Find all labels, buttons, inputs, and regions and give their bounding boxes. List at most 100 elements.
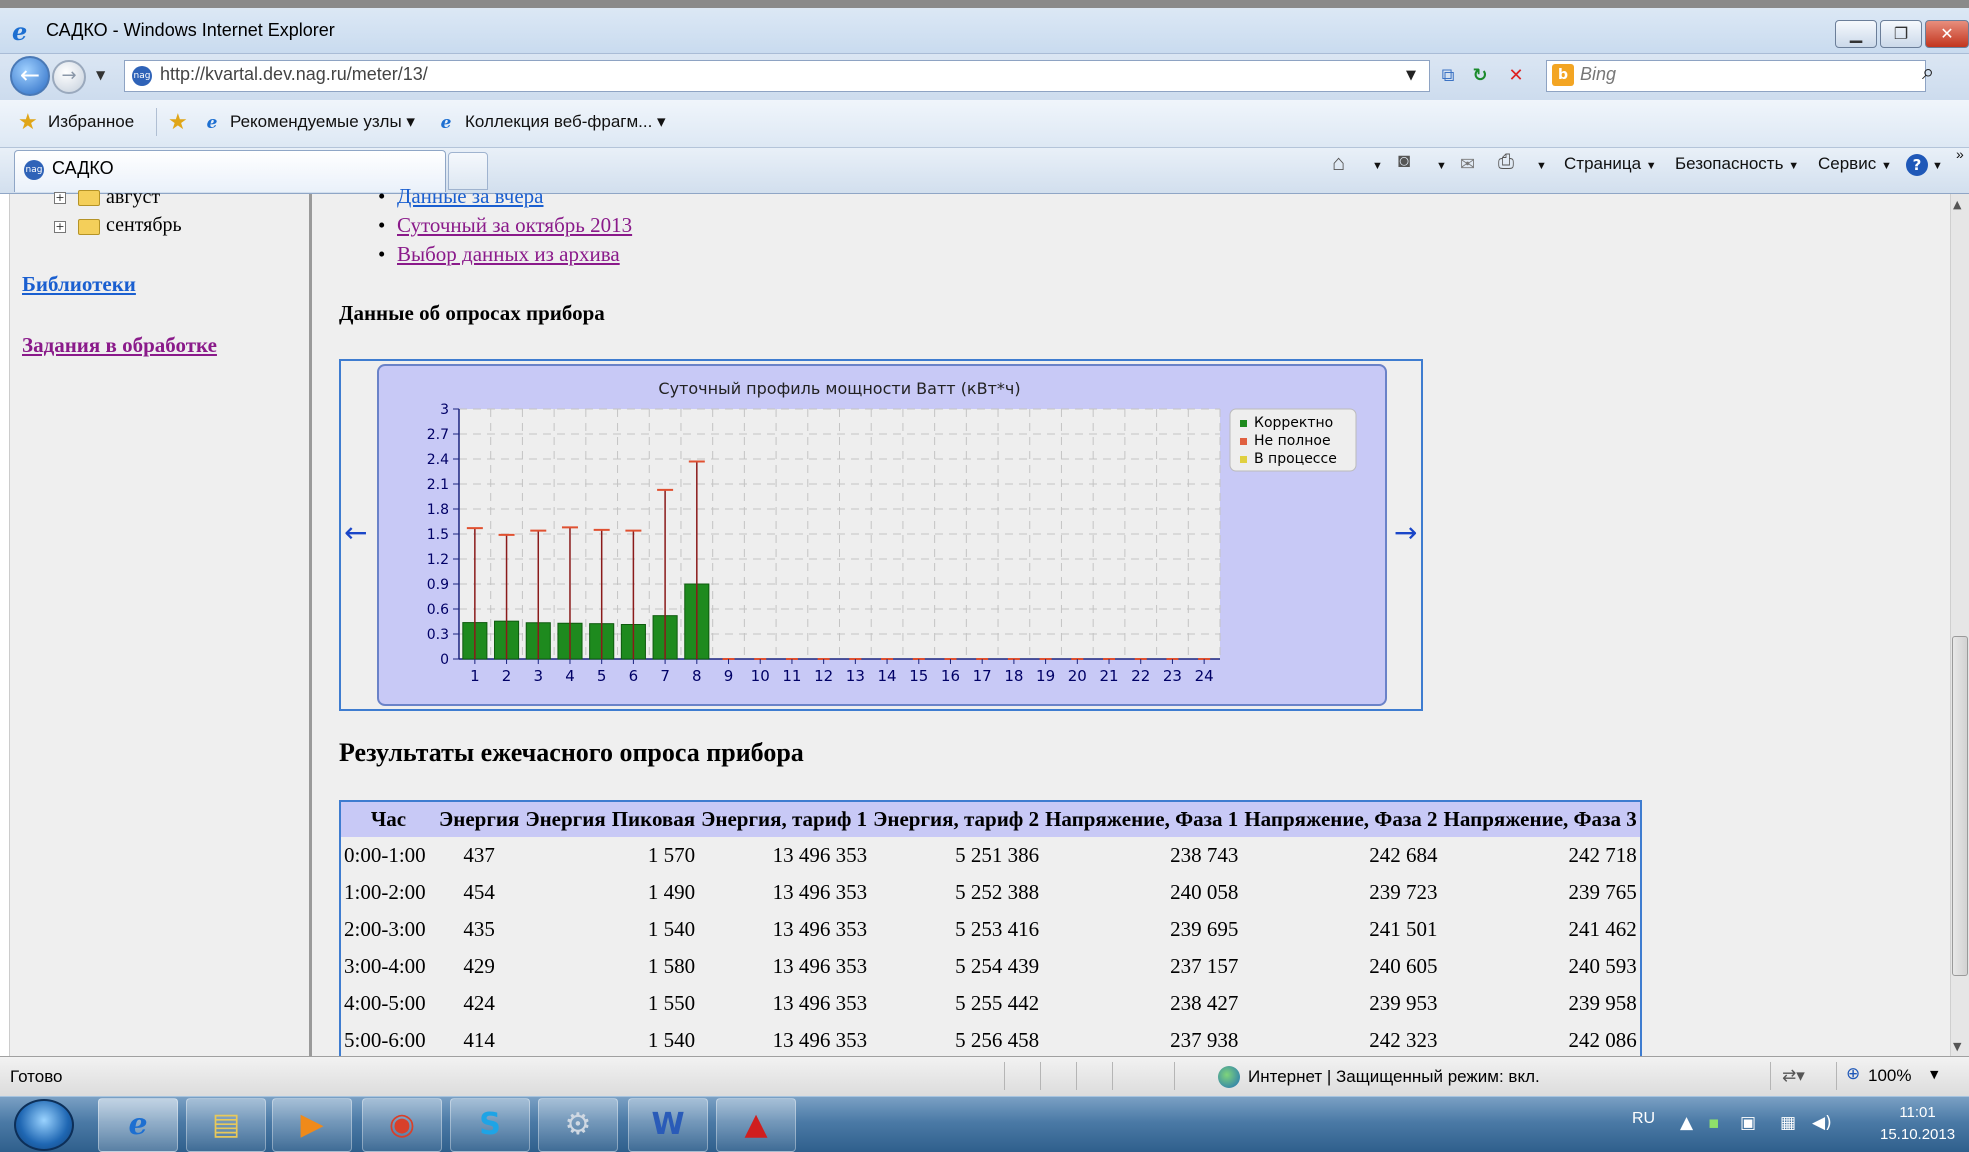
scroll-up-icon[interactable]: ▲: [1953, 198, 1961, 211]
page-menu[interactable]: Страница ▼: [1564, 154, 1657, 174]
scroll-down-icon[interactable]: ▼: [1953, 1040, 1961, 1053]
divider: [1112, 1062, 1113, 1090]
status-bar: [0, 1056, 1969, 1096]
close-button[interactable]: ✕: [1925, 20, 1969, 48]
more-commands-icon[interactable]: »: [1956, 146, 1964, 162]
feeds-icon[interactable]: ◙: [1398, 150, 1410, 173]
chevron-down-icon[interactable]: ▼: [1536, 160, 1547, 172]
back-button[interactable]: ←: [10, 56, 50, 96]
table-cell: 237 157: [1042, 948, 1242, 985]
zoom-icon[interactable]: ⊕: [1846, 1064, 1860, 1084]
table-cell: 437: [436, 837, 523, 874]
safety-menu[interactable]: Безопасность ▼: [1675, 154, 1799, 174]
chart-prev-arrow[interactable]: ←: [344, 516, 367, 549]
tray-power-icon[interactable]: ▣: [1740, 1113, 1756, 1133]
taskbar-chrome-button[interactable]: ◉: [362, 1098, 442, 1152]
tools-menu[interactable]: Сервис ▼: [1818, 154, 1892, 174]
taskbar-word-button[interactable]: W: [628, 1098, 708, 1152]
tree-item-august[interactable]: август: [106, 186, 160, 209]
maximize-button[interactable]: ❐: [1880, 20, 1922, 48]
x-tick-label: 15: [909, 667, 928, 685]
x-tick-label: 20: [1068, 667, 1087, 685]
divider: [1040, 1062, 1041, 1090]
favorites-button[interactable]: Избранное: [48, 112, 134, 132]
volume-icon[interactable]: ◀): [1812, 1113, 1832, 1133]
yesterday-data-link[interactable]: Данные за вчера: [397, 184, 544, 209]
table-cell: 454: [436, 874, 523, 911]
taskbar-media-button[interactable]: ▶: [272, 1098, 352, 1152]
taskbar-ie-button[interactable]: e: [98, 1098, 178, 1152]
table-cell: 4:00-5:00: [340, 985, 436, 1022]
status-text: Готово: [10, 1067, 63, 1086]
url-text[interactable]: http://kvartal.dev.nag.ru/meter/13/: [160, 64, 428, 85]
chevron-down-icon[interactable]: ▼: [1372, 160, 1383, 172]
taskbar-explorer-button[interactable]: ▤: [186, 1098, 266, 1152]
chevron-down-icon[interactable]: ▼: [1932, 160, 1943, 172]
minimize-button[interactable]: ▁: [1835, 20, 1877, 48]
tab-label[interactable]: САДКО: [52, 158, 114, 179]
help-icon[interactable]: ?: [1906, 154, 1928, 176]
window-border: [0, 0, 1969, 8]
column-header: Напряжение, Фаза 2: [1241, 801, 1441, 837]
table-cell: 1 490: [608, 874, 699, 911]
expand-icon[interactable]: +: [54, 221, 66, 233]
recent-pages-dropdown-icon[interactable]: ▼: [96, 68, 105, 82]
divider: [1004, 1062, 1005, 1090]
october-daily-link[interactable]: Суточный за октябрь 2013: [397, 213, 632, 238]
column-header: Энергия, тариф 2: [870, 801, 1043, 837]
compatibility-view-icon[interactable]: ⧉: [1436, 62, 1460, 90]
language-indicator[interactable]: RU: [1632, 1110, 1655, 1128]
libraries-link[interactable]: Библиотеки: [22, 272, 136, 297]
table-cell: [522, 911, 609, 948]
chevron-down-icon[interactable]: ▼: [1930, 1068, 1938, 1081]
globe-icon: [1218, 1066, 1240, 1088]
table-cell: 424: [436, 985, 523, 1022]
favorites-item-recommended[interactable]: Рекомендуемые узлы ▾: [230, 112, 415, 132]
tray-app-icon[interactable]: ▪: [1708, 1113, 1720, 1133]
scroll-thumb[interactable]: [1952, 636, 1968, 976]
favorites-item-gallery[interactable]: Коллекция веб-фрагм... ▾: [465, 112, 666, 132]
x-tick-label: 5: [597, 667, 607, 685]
home-icon[interactable]: ⌂: [1332, 150, 1345, 176]
network-icon[interactable]: ▦: [1780, 1113, 1796, 1133]
start-button[interactable]: [14, 1099, 74, 1151]
bullet: •: [378, 213, 386, 237]
table-cell: 2:00-3:00: [340, 911, 436, 948]
taskbar-pdf-button[interactable]: ▲: [716, 1098, 796, 1152]
x-tick-label: 4: [565, 667, 575, 685]
archive-data-link[interactable]: Выбор данных из архива: [397, 242, 620, 267]
forward-button[interactable]: →: [52, 60, 86, 94]
read-mail-icon[interactable]: ✉: [1460, 154, 1475, 175]
search-placeholder[interactable]: Bing: [1580, 64, 1616, 85]
table-cell: 5 251 386: [870, 837, 1043, 874]
y-tick-label: 2.7: [427, 427, 449, 443]
tasks-link[interactable]: Задания в обработке: [22, 333, 217, 358]
tray-arrow-icon[interactable]: ▲: [1680, 1113, 1693, 1133]
table-cell: 240 593: [1440, 948, 1641, 985]
x-tick-label: 12: [814, 667, 833, 685]
add-favorite-icon[interactable]: ★: [168, 110, 188, 135]
clock[interactable]: 11:01 15.10.2013: [1880, 1102, 1955, 1146]
results-title: Результаты ежечасного опроса прибора: [339, 738, 804, 767]
taskbar-skype-button[interactable]: S: [450, 1098, 530, 1152]
url-dropdown-icon[interactable]: ▼: [1406, 68, 1416, 83]
refresh-icon[interactable]: ↻: [1468, 62, 1492, 90]
sidebar: [0, 194, 312, 1056]
divider: [1076, 1062, 1077, 1090]
taskbar-settings-button[interactable]: ⚙: [538, 1098, 618, 1152]
search-icon[interactable]: ⌕: [1922, 60, 1934, 85]
chart-next-arrow[interactable]: →: [1394, 516, 1417, 549]
popup-blocker-icon[interactable]: ⇄▾: [1782, 1066, 1805, 1086]
y-tick-label: 0.6: [427, 602, 449, 618]
chevron-down-icon[interactable]: ▼: [1436, 160, 1447, 172]
word-icon: W: [651, 1107, 685, 1142]
table-row: 3:00-4:00 429 1 580 13 496 353 5 254 439 237 …: [340, 948, 1641, 985]
stop-icon[interactable]: ✕: [1504, 62, 1528, 90]
favorites-star-icon[interactable]: ★: [18, 110, 38, 135]
print-icon[interactable]: ⎙: [1498, 151, 1514, 174]
tree-item-september[interactable]: сентябрь: [106, 214, 182, 237]
zoom-level[interactable]: 100%: [1868, 1066, 1911, 1086]
sidebar-edge: [0, 194, 10, 1056]
expand-icon[interactable]: +: [54, 192, 66, 204]
column-header: Час: [340, 801, 436, 837]
